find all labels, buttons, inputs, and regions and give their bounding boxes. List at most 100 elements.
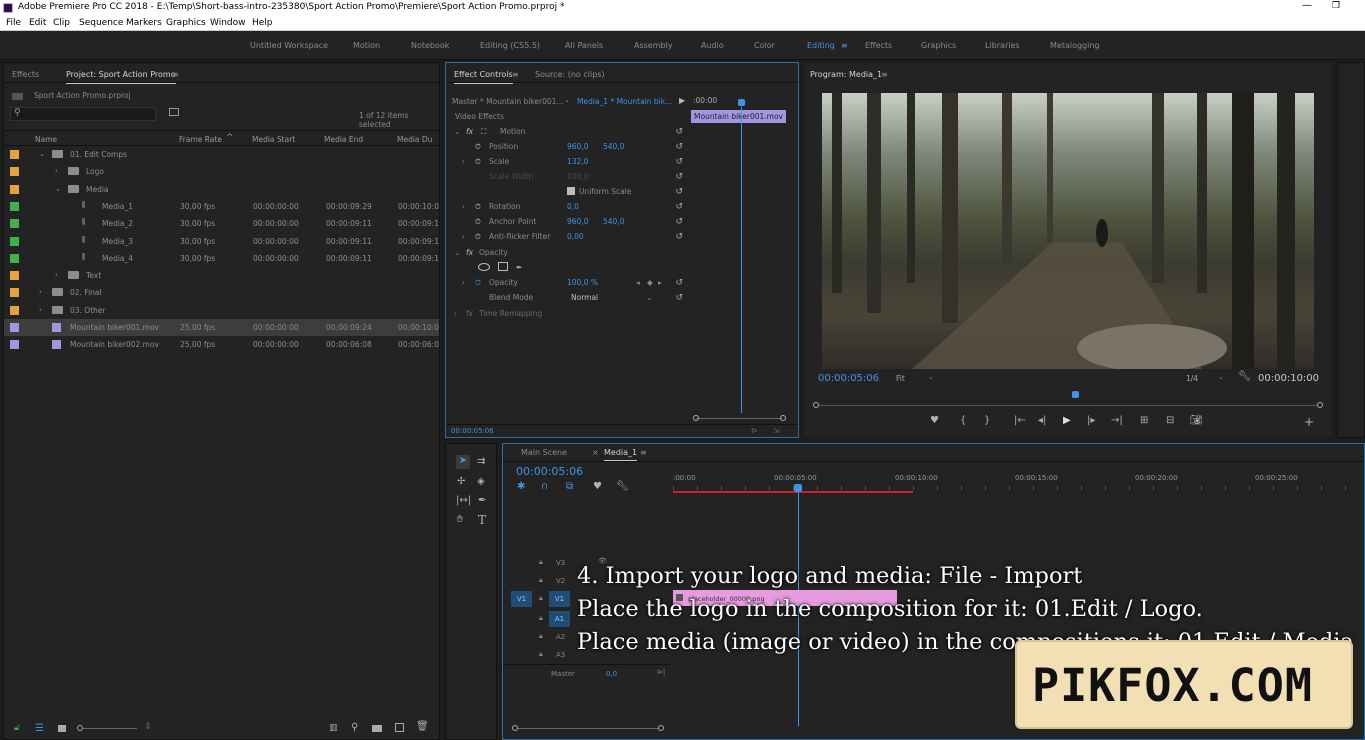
antiflicker-reset-icon[interactable]: ↺ (675, 232, 683, 242)
menu-window[interactable]: Window (210, 18, 246, 28)
nest-sequence-icon[interactable]: ✱ (517, 481, 525, 492)
timeline-scroll-handle-right[interactable] (658, 725, 664, 731)
motion-expand-icon[interactable]: ⌄ (454, 127, 460, 136)
step-back-icon[interactable]: ◂| (1038, 415, 1046, 426)
tab-media-1[interactable]: Media_1 (604, 448, 638, 461)
track-v2-label[interactable]: V2 (556, 577, 565, 585)
button-editor-icon[interactable]: + (1304, 415, 1314, 429)
position-stopwatch-icon[interactable]: ⏱︎ (475, 142, 481, 152)
scale-width-reset-icon[interactable]: ↺ (675, 172, 683, 182)
workspace-menu-icon[interactable]: ≡ (841, 41, 848, 50)
anchor-reset-icon[interactable]: ↺ (675, 217, 683, 227)
track-a2-label[interactable]: A2 (556, 633, 565, 641)
workspace-all-panels[interactable]: All Panels (565, 41, 603, 50)
lock-icon[interactable]: 🔓︎ (14, 723, 20, 733)
folder-expand-icon[interactable]: ⌄ (55, 184, 61, 193)
snap-icon[interactable]: ∩ (541, 481, 548, 492)
scale-value[interactable]: 132,0 (567, 157, 588, 166)
opacity-reset-icon[interactable]: ↺ (675, 278, 683, 288)
list-view-icon[interactable]: ☰ (35, 723, 44, 734)
ec-panel-menu-icon[interactable]: ≡ (512, 70, 519, 79)
label-color-swatch[interactable] (10, 271, 19, 281)
project-row[interactable]: › Text (4, 267, 439, 284)
menu-graphics[interactable]: Graphics (166, 18, 206, 28)
program-menu-icon[interactable]: ≡ (881, 70, 888, 79)
position-x-value[interactable]: 960,0 (567, 142, 588, 151)
project-search-input[interactable]: ⚲ (10, 107, 156, 121)
new-bin-icon[interactable] (372, 725, 382, 732)
fx-icon[interactable]: fx (466, 127, 473, 136)
workspace-editing-cs55[interactable]: Editing (CS5.5) (480, 41, 540, 50)
fit-dropdown-icon[interactable]: ⌄ (928, 373, 934, 381)
time-remap-fx-icon[interactable]: fx (466, 309, 473, 318)
label-color-swatch[interactable] (10, 253, 19, 263)
workspace-motion[interactable]: Motion (353, 41, 380, 50)
ec-timecode[interactable]: 00:00:05:06 (451, 427, 494, 435)
project-row[interactable]: ⫼ Media_1 30,00 fps 00:00:00:00 00:00:09:29 0… (4, 198, 439, 215)
workspace-audio[interactable]: Audio (701, 41, 724, 50)
anchor-y-value[interactable]: 540,0 (603, 217, 624, 226)
source-v1-patch[interactable]: V1 (511, 591, 532, 607)
ec-filter-icon[interactable]: ⊳ (751, 426, 758, 435)
track-v2-lock-icon[interactable]: 🔒︎ (539, 576, 543, 585)
column-media-duration[interactable]: Media Du (397, 135, 432, 144)
uniform-scale-reset-icon[interactable]: ↺ (675, 187, 683, 197)
position-reset-icon[interactable]: ↺ (675, 142, 683, 152)
rectangle-mask-icon[interactable] (498, 262, 508, 271)
track-v3-label[interactable]: V3 (556, 559, 565, 567)
workspace-editing[interactable]: Editing (807, 41, 835, 50)
menu-help[interactable]: Help (252, 18, 273, 28)
blend-mode-select[interactable]: Normal (571, 293, 598, 302)
zoom-slider-handle[interactable] (77, 725, 83, 731)
folder-expand-icon[interactable]: › (39, 287, 42, 296)
track-a2-lock-icon[interactable]: 🔒︎ (539, 632, 543, 641)
scale-stopwatch-icon[interactable]: ⏱︎ (475, 157, 481, 167)
ellipse-mask-icon[interactable] (478, 263, 490, 271)
label-color-swatch[interactable] (10, 184, 19, 194)
zoom-slider[interactable] (77, 725, 137, 731)
project-row[interactable]: ⫼ Media_2 30,00 fps 00:00:00:00 00:00:09:11 0… (4, 215, 439, 232)
master-track-value[interactable]: 0,0 (606, 670, 617, 678)
track-v1-label[interactable]: V1 (549, 591, 570, 607)
position-y-value[interactable]: 540,0 (603, 142, 624, 151)
tab-program[interactable]: Program: Media_1 (810, 70, 882, 79)
keyframe-next-icon[interactable]: ▸ (658, 278, 662, 287)
opacity-stopwatch-icon[interactable]: ⏱︎ (475, 278, 481, 288)
rotation-reset-icon[interactable]: ↺ (675, 202, 683, 212)
tab-main-scene[interactable]: Main Scene (521, 448, 567, 457)
workspace-untitled[interactable]: Untitled Workspace (250, 41, 328, 50)
maximize-button[interactable]: ❐ (1332, 1, 1340, 11)
keyframe-add-icon[interactable]: ◆ (647, 278, 653, 287)
project-row[interactable]: ⌄ Media (4, 181, 439, 198)
label-color-swatch[interactable] (10, 150, 19, 159)
label-color-swatch[interactable] (10, 236, 19, 246)
minimize-button[interactable]: — (1302, 0, 1312, 11)
antiflicker-expand-icon[interactable]: › (462, 232, 465, 241)
panel-menu-icon[interactable]: ≡ (172, 70, 179, 79)
menu-sequence[interactable]: Sequence (79, 18, 123, 28)
anchor-stopwatch-icon[interactable]: ⏱︎ (475, 217, 481, 227)
tab-effects[interactable]: Effects (12, 70, 39, 79)
project-row[interactable]: ⫼ Media_4 30,00 fps 00:00:00:00 00:00:09:11 0… (4, 250, 439, 267)
label-color-swatch[interactable] (10, 340, 19, 350)
program-scrub-end-handle[interactable] (1317, 402, 1323, 408)
project-row[interactable]: ⌄ 01. Edit Comps (4, 146, 439, 163)
new-item-icon[interactable] (395, 723, 404, 732)
linked-selection-icon[interactable]: ⧉ (566, 481, 573, 492)
folder-expand-icon[interactable]: › (55, 166, 58, 175)
scale-expand-icon[interactable]: › (462, 157, 465, 166)
trash-icon[interactable]: 🗑︎ (416, 721, 429, 732)
export-frame-icon[interactable]: 📷︎ (1190, 415, 1203, 426)
resolution-dropdown-icon[interactable]: ⌄ (1218, 373, 1224, 381)
motion-transform-icon[interactable]: ⛶ (481, 127, 486, 137)
program-playhead-marker[interactable] (1072, 391, 1079, 398)
workspace-metalogging[interactable]: Metalogging (1050, 41, 1100, 50)
folder-expand-icon[interactable]: ⌄ (39, 149, 45, 158)
menu-edit[interactable]: Edit (29, 18, 46, 28)
ec-playhead-marker[interactable] (738, 99, 745, 106)
workspace-graphics[interactable]: Graphics (921, 41, 956, 50)
column-name[interactable]: Name (35, 135, 57, 144)
timeline-horizontal-scrollbar[interactable] (512, 725, 664, 731)
opacity-fx-icon[interactable]: fx (466, 248, 473, 257)
show-timeline-icon[interactable]: ▶ (679, 96, 685, 105)
